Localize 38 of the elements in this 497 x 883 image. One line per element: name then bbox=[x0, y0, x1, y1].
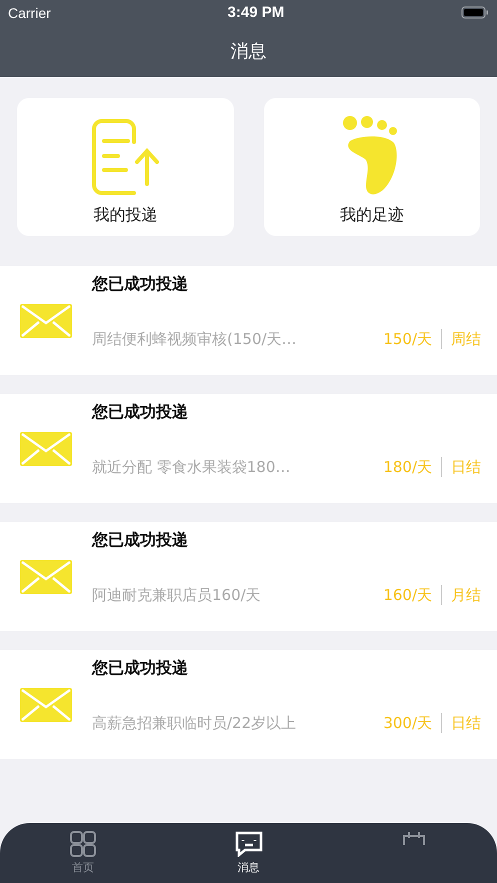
tab-item[interactable]: 首页 bbox=[0, 823, 166, 883]
job-name: 阿迪耐克兼职店员160/天 bbox=[92, 586, 262, 604]
carrier-text: Carrier bbox=[8, 4, 51, 20]
job-name: 周结便利蜂视频审核(150/天… bbox=[92, 330, 298, 348]
settlement-type: 日结 bbox=[451, 714, 481, 732]
battery-icon bbox=[460, 6, 489, 19]
message-title: 您已成功投递 bbox=[92, 530, 189, 551]
pay-rate: 180/天 bbox=[383, 458, 432, 476]
message-row[interactable]: 您已成功投递 周结便利蜂视频审核(150/天… 150/天 周结 bbox=[0, 266, 497, 375]
pay-rate: 150/天 bbox=[383, 330, 432, 348]
envelope-icon bbox=[20, 688, 72, 722]
settlement-type: 日结 bbox=[451, 458, 481, 476]
settlement-type: 月结 bbox=[451, 586, 481, 604]
message-title: 您已成功投递 bbox=[92, 402, 189, 423]
calendar-icon bbox=[401, 831, 428, 845]
settlement-type: 周结 bbox=[451, 330, 481, 348]
shortcut-card[interactable]: 我的足迹 bbox=[264, 98, 480, 236]
message-row[interactable]: 您已成功投递 阿迪耐克兼职店员160/天 160/天 月结 bbox=[0, 522, 497, 631]
message-title: 您已成功投递 bbox=[92, 658, 189, 679]
page-title: 消息 bbox=[230, 40, 266, 63]
clock-text: 3:49 PM bbox=[228, 4, 284, 21]
pay-rate: 300/天 bbox=[383, 714, 432, 732]
shortcut-label: 我的投递 bbox=[93, 205, 158, 226]
job-name: 高薪急招兼职临时员/22岁以上 bbox=[92, 714, 298, 732]
shortcut-card[interactable]: 我的投递 bbox=[17, 98, 234, 236]
message-title: 您已成功投递 bbox=[92, 274, 189, 295]
envelope-icon bbox=[20, 432, 72, 466]
message-row[interactable]: 您已成功投递 就近分配 零食水果装袋180… 180/天 日结 bbox=[0, 394, 497, 503]
chat-icon bbox=[234, 831, 262, 857]
shortcut-label: 我的足迹 bbox=[340, 205, 404, 226]
document-upload-icon bbox=[90, 119, 160, 195]
grid-icon bbox=[70, 831, 96, 857]
envelope-icon bbox=[20, 304, 72, 338]
pay-rate: 160/天 bbox=[383, 586, 432, 604]
tab-item[interactable]: 消息 bbox=[166, 823, 332, 883]
envelope-icon bbox=[20, 560, 72, 594]
job-name: 就近分配 零食水果装袋180… bbox=[92, 458, 292, 476]
message-row[interactable]: 您已成功投递 高薪急招兼职临时员/22岁以上 300/天 日结 bbox=[0, 650, 497, 759]
